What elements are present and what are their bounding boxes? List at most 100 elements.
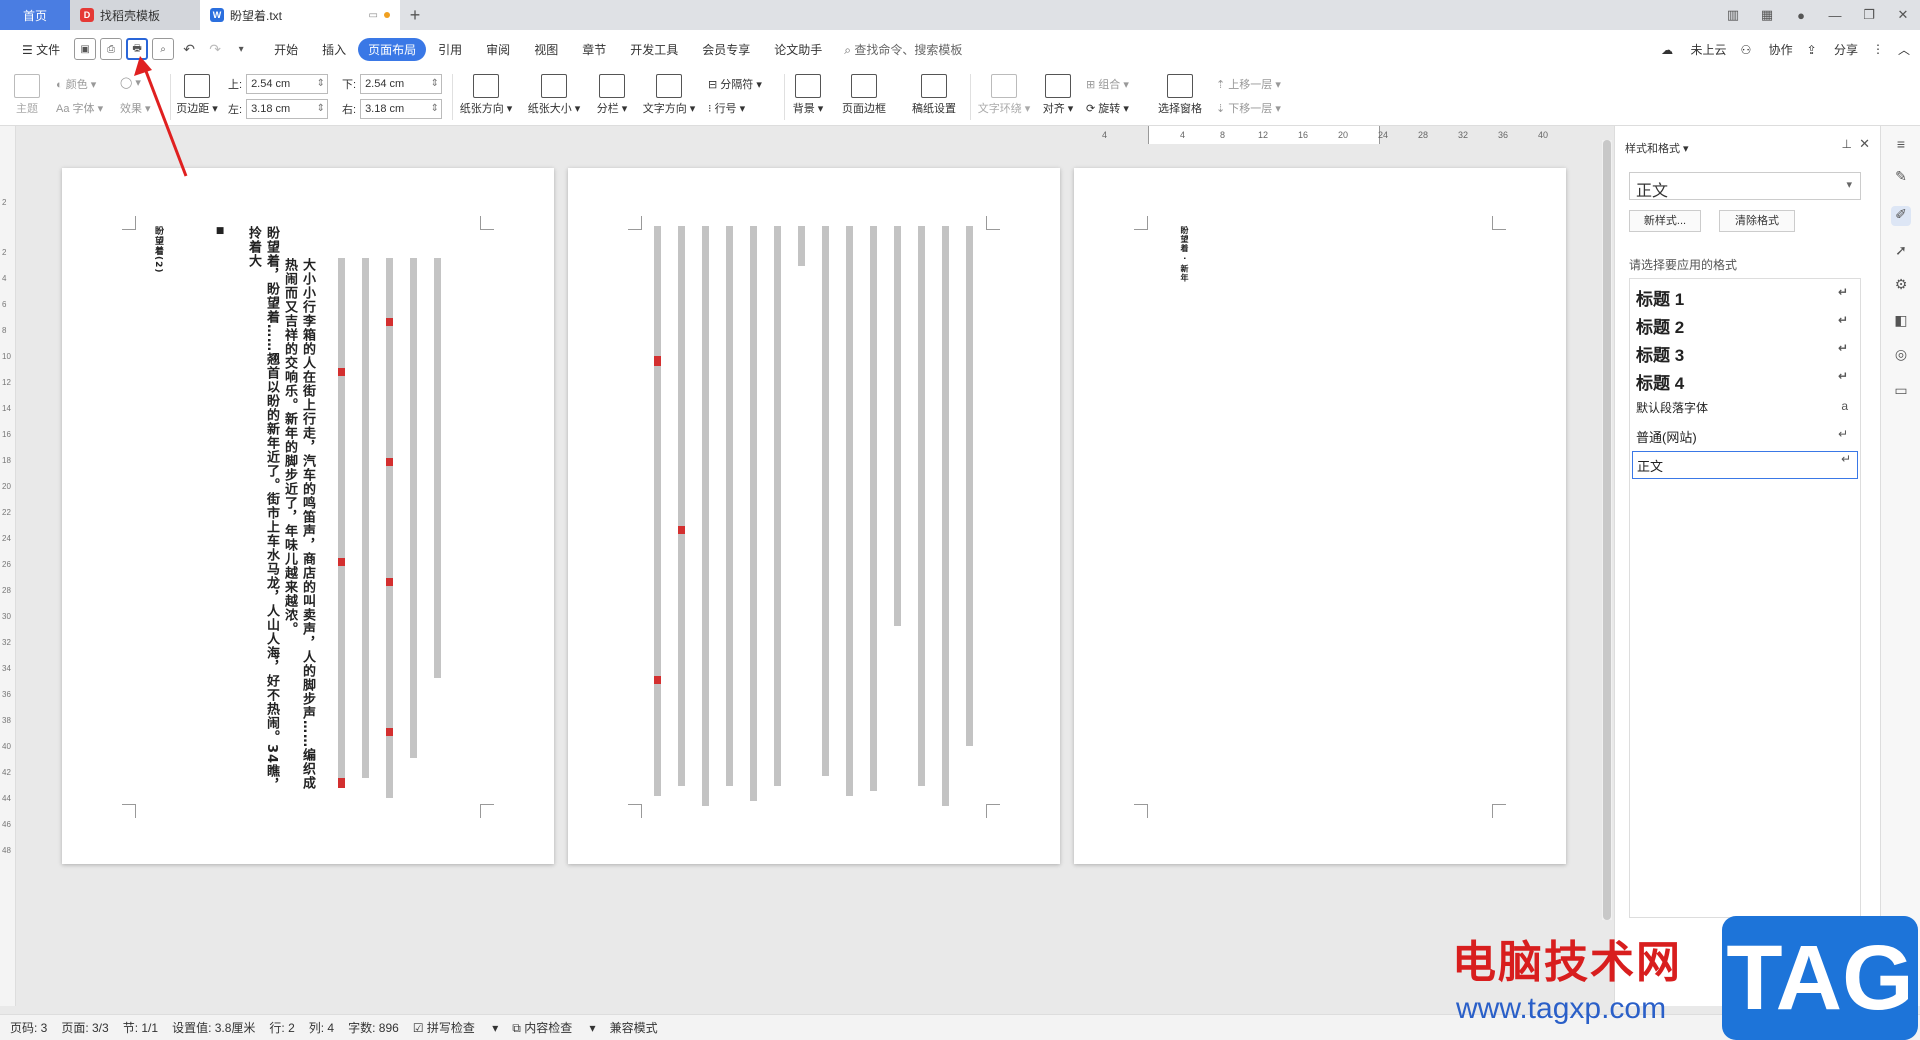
- current-style-select[interactable]: 正文: [1629, 172, 1861, 200]
- status-col[interactable]: 列: 4: [309, 1019, 334, 1036]
- effect-button[interactable]: 效果 ▾: [120, 100, 151, 116]
- color-button[interactable]: ◐ 颜色 ▾: [56, 76, 96, 92]
- menu-view[interactable]: 视图: [522, 41, 570, 58]
- rotate-button[interactable]: ⟳ 旋转 ▾: [1086, 100, 1129, 116]
- more-icon[interactable]: ⋮: [1872, 42, 1884, 56]
- style-item-heading-4[interactable]: 标题 4 ↵: [1636, 369, 1854, 394]
- avatar[interactable]: ●: [1784, 8, 1818, 23]
- background-button[interactable]: 背景 ▾: [790, 74, 826, 116]
- tab-document[interactable]: W 盼望着.txt ▭: [200, 0, 400, 30]
- compass-icon[interactable]: ◎: [1891, 346, 1911, 366]
- horizontal-ruler[interactable]: 4 4 8 12 16 20 24 28 32 36 40: [1080, 126, 1600, 144]
- content-check-button[interactable]: ⧉ 内容检查 ▾: [512, 1019, 595, 1036]
- collapse-ribbon-icon[interactable]: ︿: [1898, 41, 1910, 58]
- tab-home[interactable]: 首页: [0, 0, 70, 30]
- bottom-margin-field[interactable]: 下: 2.54 cm: [342, 74, 443, 94]
- status-section[interactable]: 节: 1/1: [123, 1019, 158, 1036]
- save-icon[interactable]: ▣: [74, 38, 97, 60]
- page-border-button[interactable]: 页面边框: [836, 74, 892, 116]
- document-page-3[interactable]: 盼望着 · 新年: [1074, 168, 1566, 864]
- status-page-number[interactable]: 页码: 3: [10, 1019, 47, 1036]
- export-pdf-icon[interactable]: ⎙: [100, 38, 123, 60]
- menu-page-layout[interactable]: 页面布局: [358, 37, 427, 61]
- status-word-count[interactable]: 字数: 896: [348, 1019, 399, 1036]
- style-item-heading-2[interactable]: 标题 2 ↵: [1636, 313, 1854, 338]
- command-search[interactable]: ⌕ 查找命令、搜索模板: [844, 41, 962, 58]
- redo-icon[interactable]: ↷: [204, 38, 226, 60]
- separator-button[interactable]: ⊟ 分隔符 ▾: [708, 76, 762, 92]
- close-icon[interactable]: ✕: [1886, 7, 1920, 23]
- menu-section[interactable]: 章节: [570, 41, 618, 58]
- apps-grid-icon[interactable]: ▦: [1750, 7, 1784, 23]
- customize-dropdown-icon[interactable]: ▾: [230, 38, 252, 60]
- style-item-heading-3[interactable]: 标题 3 ↵: [1636, 341, 1854, 366]
- layout-icon[interactable]: ▥: [1716, 7, 1750, 23]
- select-cursor-icon[interactable]: ➚: [1891, 242, 1911, 262]
- properties-icon[interactable]: ⚙: [1891, 276, 1911, 296]
- tab-template[interactable]: D 找稻壳模板: [70, 0, 200, 30]
- right-margin-field[interactable]: 右: 3.18 cm: [342, 99, 443, 119]
- columns-button[interactable]: 分栏 ▾: [594, 74, 630, 116]
- document-page-2[interactable]: [568, 168, 1060, 864]
- margins-button[interactable]: 页边距 ▾: [172, 74, 222, 116]
- close-icon[interactable]: ✕: [1859, 136, 1870, 152]
- style-item-default-font[interactable]: 默认段落字体 a: [1636, 399, 1854, 416]
- menu-start[interactable]: 开始: [262, 41, 310, 58]
- style-item-body[interactable]: 正文 ↵: [1632, 451, 1858, 479]
- new-style-button[interactable]: 新样式...: [1629, 210, 1701, 232]
- top-margin-field[interactable]: 上: 2.54 cm: [228, 74, 329, 94]
- group-button[interactable]: ⊞ 组合 ▾: [1086, 76, 1129, 92]
- file-menu[interactable]: ☰ 文件: [10, 41, 72, 58]
- right-margin-input[interactable]: 3.18 cm: [360, 99, 443, 119]
- status-pages[interactable]: 页面: 3/3: [61, 1019, 108, 1036]
- print-preview-icon[interactable]: ⌕: [152, 38, 175, 60]
- new-tab-button[interactable]: +: [400, 5, 430, 26]
- collab-button[interactable]: ⚇ 协作: [1740, 41, 1792, 58]
- share-button[interactable]: ⇪ 分享: [1807, 41, 1858, 58]
- translate-icon[interactable]: ◧: [1891, 312, 1911, 332]
- style-brush-icon[interactable]: ✎: [1891, 168, 1911, 188]
- paper-size-button[interactable]: 纸张大小 ▾: [526, 74, 582, 116]
- print-icon[interactable]: 🖶: [126, 38, 149, 60]
- clear-format-button[interactable]: 清除格式: [1719, 210, 1795, 232]
- menu-paper-assistant[interactable]: 论文助手: [762, 41, 834, 58]
- vertical-ruler[interactable]: 2 2 4 6 8 10 12 14 16 18 20 22 24 26 28 …: [0, 126, 16, 1006]
- pin-icon[interactable]: ⊥: [1842, 137, 1852, 151]
- style-item-heading-1[interactable]: 标题 1 ↵: [1636, 285, 1854, 310]
- spell-check-button[interactable]: ☑ 拼写检查 ▾: [413, 1019, 498, 1036]
- vertical-scrollbar[interactable]: [1602, 140, 1612, 920]
- scrollbar-thumb[interactable]: [1603, 140, 1611, 920]
- styles-pen-icon[interactable]: ✐: [1891, 206, 1911, 226]
- document-page-1[interactable]: 盼望着(2) ■ 大小小行李箱的人在街上行走，汽车的鸣笛声，商店的叫卖声，人的脚…: [62, 168, 554, 864]
- menu-review[interactable]: 审阅: [474, 41, 522, 58]
- monitor-icon[interactable]: ▭: [369, 10, 378, 21]
- menu-developer[interactable]: 开发工具: [618, 41, 690, 58]
- text-direction-button[interactable]: 文字方向 ▾: [640, 74, 698, 116]
- panel-title[interactable]: 样式和格式 ▾: [1625, 140, 1689, 156]
- status-row[interactable]: 行: 2: [269, 1019, 294, 1036]
- line-number-button[interactable]: ⁝ 行号 ▾: [708, 100, 745, 116]
- selection-pane-button[interactable]: 选择窗格: [1152, 74, 1208, 116]
- align-button[interactable]: 对齐 ▾: [1040, 74, 1076, 116]
- style-item-normal-web[interactable]: 普通(网站) ↵: [1636, 427, 1854, 446]
- status-setting[interactable]: 设置值: 3.8厘米: [172, 1019, 255, 1036]
- left-margin-input[interactable]: 3.18 cm: [246, 99, 329, 119]
- minimize-icon[interactable]: —: [1818, 8, 1852, 23]
- restore-icon[interactable]: ❐: [1852, 7, 1886, 23]
- menu-icon[interactable]: ≡: [1891, 136, 1911, 156]
- undo-icon[interactable]: ↶: [178, 38, 200, 60]
- manuscript-button[interactable]: 稿纸设置: [906, 74, 962, 116]
- text-wrap-button[interactable]: 文字环绕 ▾: [976, 74, 1032, 116]
- font-scheme-button[interactable]: Aa 字体 ▾: [56, 100, 103, 116]
- theme-button[interactable]: 主题: [10, 74, 44, 116]
- send-backward-button[interactable]: ⇣ 下移一层 ▾: [1216, 100, 1281, 116]
- menu-member[interactable]: 会员专享: [690, 41, 762, 58]
- top-margin-input[interactable]: 2.54 cm: [246, 74, 329, 94]
- left-margin-field[interactable]: 左: 3.18 cm: [228, 99, 329, 119]
- effect-icon[interactable]: ◯ ▾: [120, 76, 141, 89]
- menu-references[interactable]: 引用: [426, 41, 474, 58]
- cloud-status[interactable]: ☁ 未上云: [1661, 41, 1726, 58]
- orientation-button[interactable]: 纸张方向 ▾: [458, 74, 514, 116]
- menu-insert[interactable]: 插入: [310, 41, 358, 58]
- bring-forward-button[interactable]: ⇡ 上移一层 ▾: [1216, 76, 1281, 92]
